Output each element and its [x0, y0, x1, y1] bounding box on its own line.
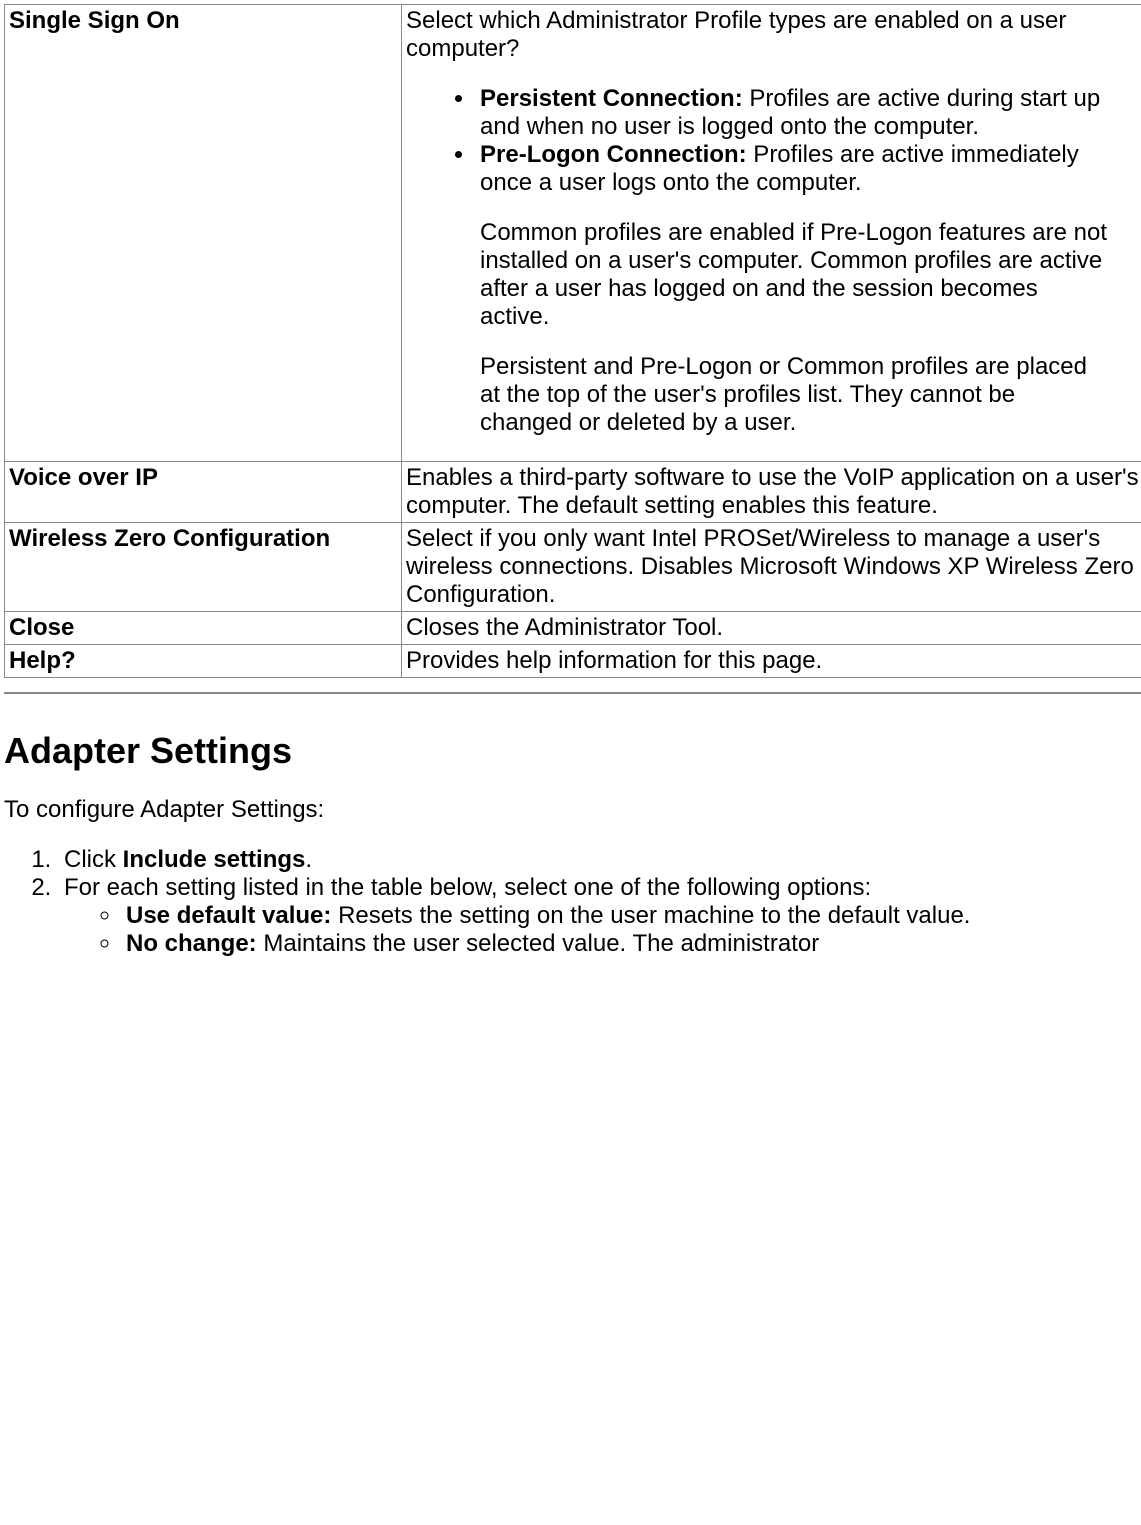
row-desc: Select which Administrator Profile types… — [402, 5, 1141, 462]
row-desc: Closes the Administrator Tool. — [402, 612, 1141, 645]
sso-prelogon-term: Pre-Logon Connection: — [480, 141, 747, 168]
settings-table: Single Sign On Select which Administrato… — [4, 4, 1141, 678]
option-default: Use default value: Resets the setting on… — [122, 902, 1141, 930]
row-label: Single Sign On — [5, 5, 402, 462]
adapter-settings-intro: To configure Adapter Settings: — [4, 796, 1141, 824]
table-row-sso: Single Sign On Select which Administrato… — [5, 5, 1141, 462]
row-desc: Enables a third-party software to use th… — [402, 462, 1141, 523]
row-label: Close — [5, 612, 402, 645]
table-row-close: Close Closes the Administrator Tool. — [5, 612, 1141, 645]
opt-nochange-term: No change: — [126, 930, 257, 957]
sso-para-persistent: Persistent and Pre-Logon or Common profi… — [480, 353, 1110, 437]
opt-default-text: Resets the setting on the user machine t… — [331, 902, 970, 929]
row-desc: Provides help information for this page. — [402, 645, 1141, 678]
step1-pre: Click — [64, 846, 123, 873]
step1-post: . — [305, 846, 312, 873]
step2-options: Use default value: Resets the setting on… — [64, 902, 1141, 958]
step-1: Click Include settings. — [58, 846, 1141, 874]
adapter-settings-steps: Click Include settings. For each setting… — [4, 846, 1141, 958]
adapter-settings-heading: Adapter Settings — [4, 730, 1141, 772]
step-2: For each setting listed in the table bel… — [58, 874, 1141, 958]
row-label: Voice over IP — [5, 462, 402, 523]
step1-bold: Include settings — [123, 846, 306, 873]
opt-default-term: Use default value: — [126, 902, 331, 929]
sso-para-common: Common profiles are enabled if Pre-Logon… — [480, 219, 1110, 331]
sso-persistent-term: Persistent Connection: — [480, 85, 743, 112]
table-row-voip: Voice over IP Enables a third-party soft… — [5, 462, 1141, 523]
table-row-help: Help? Provides help information for this… — [5, 645, 1141, 678]
sso-bullet-prelogon: Pre-Logon Connection: Profiles are activ… — [476, 141, 1140, 437]
sso-bullet-persistent: Persistent Connection: Profiles are acti… — [476, 85, 1140, 141]
opt-nochange-text: Maintains the user selected value. The a… — [257, 930, 820, 957]
row-desc: Select if you only want Intel PROSet/Wir… — [402, 523, 1141, 612]
sso-bullet-list: Persistent Connection: Profiles are acti… — [406, 85, 1140, 437]
option-nochange: No change: Maintains the user selected v… — [122, 930, 1141, 958]
table-row-wzc: Wireless Zero Configuration Select if yo… — [5, 523, 1141, 612]
step2-text: For each setting listed in the table bel… — [64, 874, 871, 901]
row-label: Help? — [5, 645, 402, 678]
row-label: Wireless Zero Configuration — [5, 523, 402, 612]
section-divider — [4, 692, 1141, 694]
sso-intro: Select which Administrator Profile types… — [406, 7, 1066, 62]
